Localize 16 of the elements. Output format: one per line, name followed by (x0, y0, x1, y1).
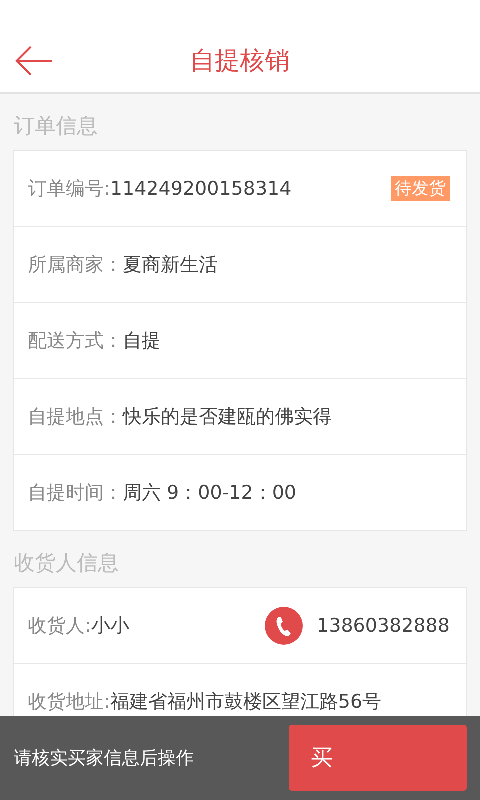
info-text: 配送方式：自提 (28, 328, 161, 354)
page-title: 自提核销 (190, 44, 290, 76)
hint-text: 请核实买家信息后操作 (14, 747, 194, 770)
back-arrow-icon[interactable] (15, 46, 53, 76)
info-text: 自提地点：快乐的是否建瓯的佛实得 (28, 404, 332, 430)
address-text: 收货地址:福建省福州市鼓楼区望江路56号 (28, 690, 382, 714)
section-title: 收货人信息 (13, 550, 120, 577)
section-title: 订单信息 (13, 113, 99, 140)
info-text: 订单编号:114249200158314 (28, 176, 292, 202)
status-badge: 待发货 (391, 176, 450, 201)
confirm-button[interactable]: 买 (289, 725, 467, 791)
consignee-name: 收货人:小小 (28, 614, 130, 638)
phone-number: 13860382888 (317, 614, 450, 636)
info-text: 所属商家：夏商新生活 (28, 252, 218, 278)
phone-icon[interactable] (265, 606, 304, 644)
info-text: 自提时间：周六 9：00-12：00 (28, 480, 297, 506)
